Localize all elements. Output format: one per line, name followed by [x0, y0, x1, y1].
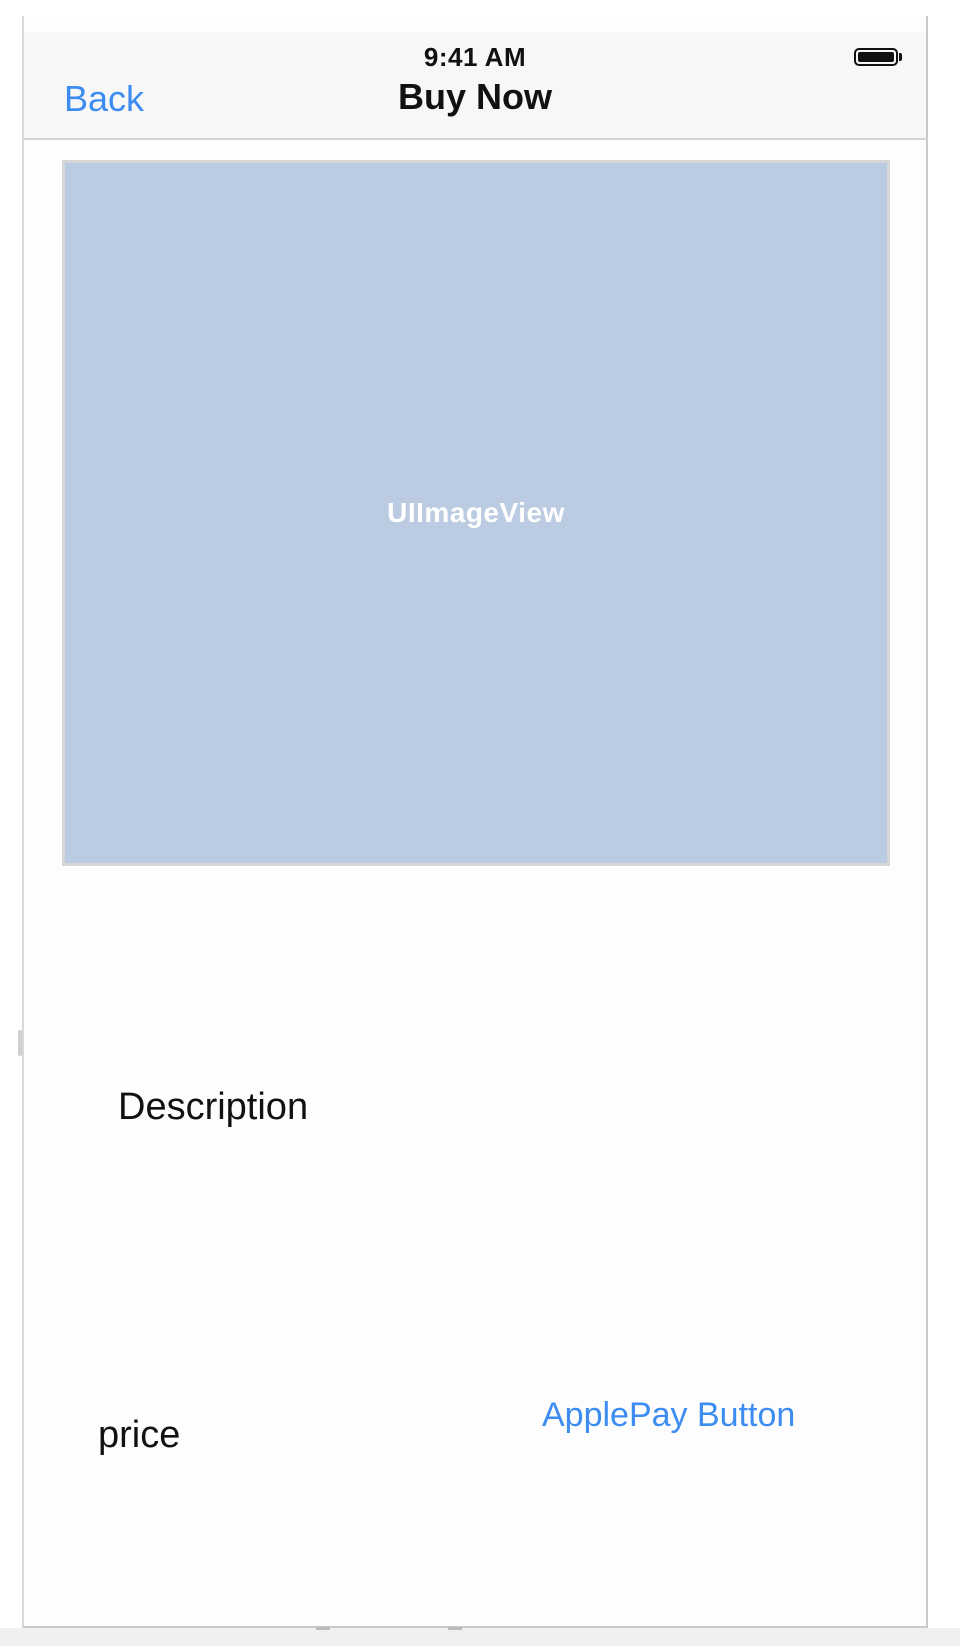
status-time: 9:41 AM [423, 42, 527, 72]
battery-level [858, 52, 894, 62]
page-title: Buy Now [397, 76, 552, 117]
navigation-bar: 9:41 AM Back Buy Now [24, 32, 926, 140]
battery-icon [854, 48, 898, 66]
image-view-caption: UIImageView [387, 497, 565, 528]
device-screen: 9:41 AM Back Buy Now UIImageView Descrip… [22, 16, 928, 1628]
window-bottom-edge [0, 1628, 960, 1646]
bottom-marker [316, 1627, 330, 1630]
simulator-screen: 9:41 AM Back Buy Now UIImageView Descrip… [0, 0, 960, 1646]
applepay-button[interactable]: ApplePay Button [542, 1396, 795, 1435]
description-label: Description [118, 1086, 309, 1128]
bottom-marker [448, 1627, 462, 1630]
price-label: price [98, 1414, 181, 1456]
battery-tip [899, 53, 902, 61]
product-image-view: UIImageView [62, 160, 890, 866]
